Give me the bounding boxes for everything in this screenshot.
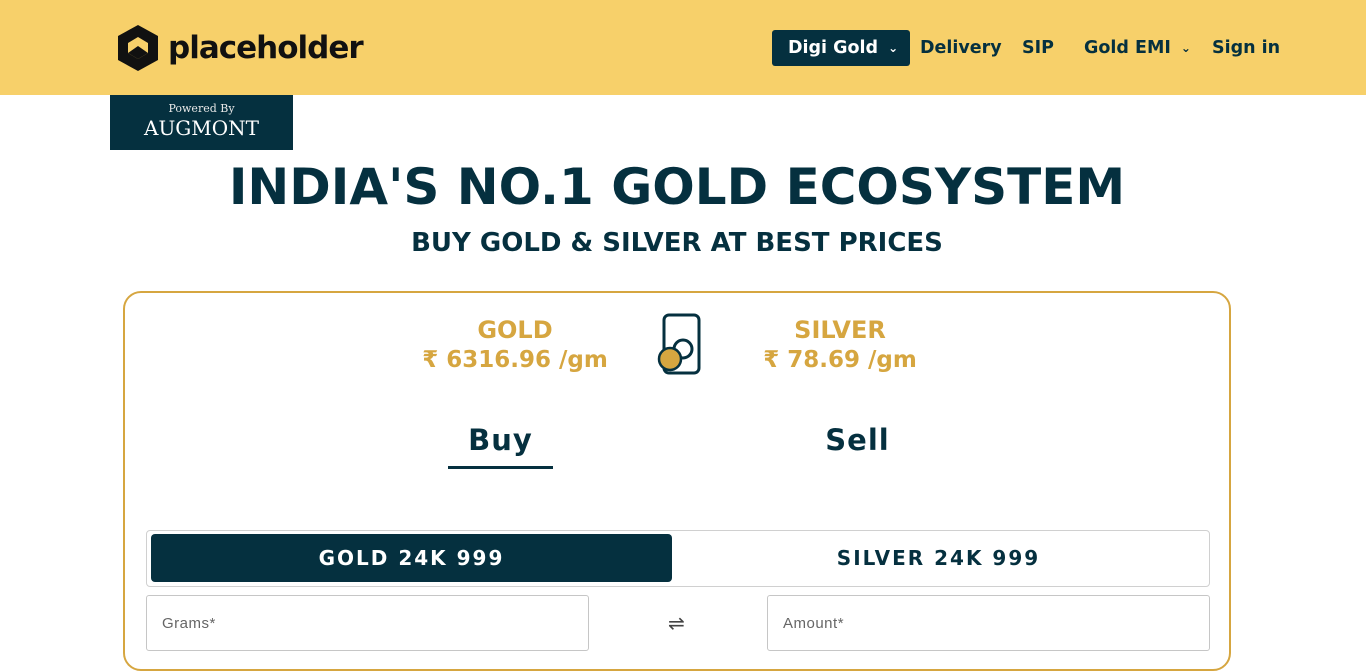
metal-gold-button[interactable]: GOLD 24K 999 bbox=[151, 534, 672, 582]
nav-sip[interactable]: SIP bbox=[1022, 30, 1054, 66]
grams-input[interactable] bbox=[147, 596, 588, 650]
grams-field[interactable] bbox=[146, 595, 589, 651]
metal-selector: GOLD 24K 999 SILVER 24K 999 bbox=[146, 530, 1210, 587]
chevron-down-icon: ⌄ bbox=[1180, 41, 1191, 55]
page-subtitle: BUY GOLD & SILVER AT BEST PRICES bbox=[411, 228, 943, 258]
partner-logo: AUGMONT bbox=[144, 116, 259, 140]
swap-arrows-icon[interactable]: ⇌ bbox=[668, 611, 685, 635]
chevron-down-icon: ⌄ bbox=[888, 41, 899, 55]
gold-price: GOLD ₹ 6316.96 /gm bbox=[415, 315, 615, 375]
trade-card: GOLD ₹ 6316.96 /gm SILVER ₹ 78.69 /gm Bu… bbox=[123, 291, 1231, 671]
page-title: INDIA'S NO.1 GOLD ECOSYSTEM bbox=[228, 158, 1126, 216]
gold-price-label: GOLD bbox=[477, 316, 553, 344]
powered-by-label: Powered By bbox=[168, 102, 235, 115]
tab-buy[interactable]: Buy bbox=[448, 423, 553, 457]
nav-digi-gold-label: Digi Gold bbox=[788, 38, 879, 58]
silver-price: SILVER ₹ 78.69 /gm bbox=[740, 315, 940, 375]
main-nav: Digi Gold ⌄ Delivery SIP Gold EMI ⌄ Sign i… bbox=[0, 30, 1366, 66]
gold-price-value: ₹ 6316.96 /gm bbox=[422, 347, 608, 373]
nav-sign-in[interactable]: Sign in bbox=[1212, 30, 1280, 66]
site-header: placeholder Digi Gold ⌄ Delivery SIP Gold… bbox=[0, 0, 1366, 95]
tab-buy-underline bbox=[448, 466, 553, 469]
silver-price-label: SILVER bbox=[794, 316, 886, 344]
tab-sell[interactable]: Sell bbox=[805, 423, 910, 457]
nav-gold-emi-label: Gold EMI bbox=[1084, 38, 1171, 58]
nav-digi-gold[interactable]: Digi Gold ⌄ bbox=[772, 30, 910, 66]
amount-input[interactable] bbox=[768, 596, 1209, 650]
silver-price-value: ₹ 78.69 /gm bbox=[763, 347, 917, 373]
phone-coin-icon bbox=[657, 313, 701, 375]
metal-silver-button[interactable]: SILVER 24K 999 bbox=[677, 534, 1200, 582]
powered-by-badge: Powered By AUGMONT bbox=[110, 95, 293, 150]
nav-delivery[interactable]: Delivery bbox=[920, 30, 1002, 66]
amount-field[interactable] bbox=[767, 595, 1210, 651]
nav-gold-emi[interactable]: Gold EMI ⌄ bbox=[1084, 30, 1191, 66]
